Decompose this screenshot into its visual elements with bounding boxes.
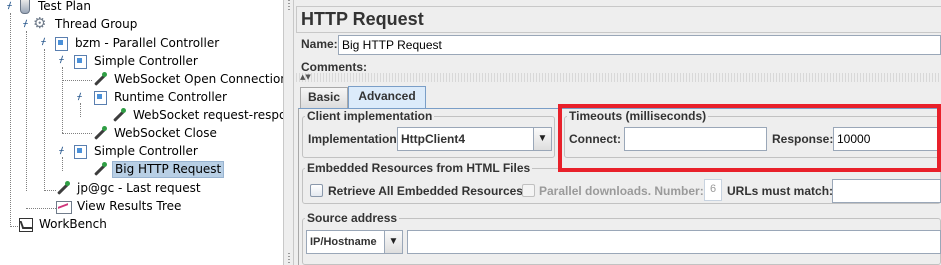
urls-must-match-field[interactable]	[832, 179, 941, 203]
source-address-legend: Source address	[307, 211, 398, 225]
tree-node-workbench[interactable]: WorkBench	[17, 215, 109, 233]
sampler-icon	[92, 161, 108, 177]
http-request-panel: HTTP Request Name: Big HTTP Request Comm…	[294, 0, 941, 265]
tree-connector	[62, 157, 63, 171]
tree-connector	[26, 31, 27, 191]
split-pane-divider[interactable]	[283, 0, 294, 265]
retrieve-embedded-label: Retrieve All Embedded Resources	[328, 184, 523, 198]
response-label: Response:	[772, 132, 834, 146]
urls-must-match-label: URLs must match:	[727, 184, 834, 198]
workbench-icon	[17, 216, 33, 232]
tree-connector	[44, 49, 45, 191]
implementation-label: Implementation:	[308, 132, 401, 146]
tree-connector	[26, 208, 56, 209]
comments-field[interactable]	[296, 73, 941, 82]
parallel-downloads-number[interactable]: 6	[704, 179, 722, 201]
tree-node-label: Test Plan	[38, 0, 91, 13]
chevron-down-icon[interactable]: ▼	[533, 128, 551, 150]
comments-label: Comments:	[301, 60, 368, 74]
expand-toggle-icon[interactable]: ᚋ	[57, 56, 66, 65]
tree-node-label: Big HTTP Request	[112, 160, 225, 178]
tree-node-simple-controller[interactable]: Simple Controller	[72, 52, 200, 70]
controller-icon	[72, 143, 88, 159]
embedded-resources-legend: Embedded Resources from HTML Files	[307, 161, 531, 175]
tree-connector	[62, 133, 92, 134]
connect-label: Connect:	[569, 132, 621, 146]
splitter-grip	[288, 0, 290, 12]
tree-node-label: Simple Controller	[94, 54, 198, 68]
retrieve-embedded-checkbox[interactable]	[310, 184, 323, 197]
tree-node-label: WorkBench	[39, 217, 107, 231]
sampler-icon	[92, 125, 108, 141]
tree-node-view-results-tree[interactable]: View Results Tree	[55, 197, 183, 215]
gear-icon	[33, 15, 49, 32]
client-implementation-legend: Client implementation	[307, 109, 433, 123]
splitter-grip	[288, 253, 290, 265]
page-title: HTTP Request	[296, 6, 941, 33]
parallel-downloads-label: Parallel downloads. Number:	[539, 184, 704, 198]
tree-node-label: WebSocket Close	[114, 126, 217, 140]
tree-node-label: Simple Controller	[94, 144, 198, 158]
expand-toggle-icon[interactable]: ᚋ	[75, 93, 84, 102]
tree-connector	[62, 80, 92, 81]
tree-node-label: jp@gc - Last request	[77, 181, 201, 195]
name-field[interactable]: Big HTTP Request	[338, 35, 941, 55]
tree-connector	[62, 67, 63, 133]
connect-timeout-field[interactable]	[624, 127, 767, 151]
tree-node-label: View Results Tree	[77, 199, 182, 213]
tree-node-websocket-close[interactable]: WebSocket Close	[92, 124, 219, 142]
tree-connector	[80, 103, 81, 117]
implementation-select-value: HttpClient4	[401, 132, 465, 146]
tree-node-simple-controller-2[interactable]: Simple Controller	[72, 142, 200, 160]
tree-node-parallel-controller[interactable]: bzm - Parallel Controller	[53, 34, 221, 52]
tree-node-big-http-request[interactable]: Big HTTP Request	[92, 160, 225, 178]
tree-node-label: Thread Group	[55, 17, 138, 31]
tree-node-websocket-request[interactable]: WebSocket request-response Sampler	[111, 106, 283, 124]
collapse-arrows-icon[interactable]: ▲▼	[300, 73, 311, 81]
test-plan-tree: ᚋ ᚋ ᚋ ᚋ ᚋ ᚋ Test Plan Thread Group bzm -…	[0, 0, 283, 265]
source-type-value: IP/Hostname	[310, 236, 377, 248]
tree-node-label: bzm - Parallel Controller	[75, 36, 220, 50]
tab-basic[interactable]: Basic	[300, 87, 348, 108]
tree-node-label: Runtime Controller	[114, 90, 227, 104]
tree-node-label: WebSocket request-response Sampler	[133, 108, 283, 122]
expand-toggle-icon[interactable]: ᚋ	[21, 20, 30, 29]
controller-icon	[92, 89, 108, 105]
tree-node-runtime-controller[interactable]: Runtime Controller	[92, 88, 229, 106]
tree-node-last-request[interactable]: jp@gc - Last request	[55, 179, 203, 197]
name-label: Name:	[301, 37, 338, 51]
parallel-downloads-checkbox[interactable]	[522, 184, 535, 197]
source-type-select[interactable]: IP/Hostname ▼	[306, 230, 403, 254]
tree-node-websocket-open[interactable]: WebSocket Open Connection	[92, 70, 283, 88]
tab-advanced[interactable]: Advanced	[348, 86, 426, 108]
chevron-down-icon[interactable]: ▼	[384, 231, 402, 253]
expand-toggle-icon[interactable]: ᚋ	[5, 2, 14, 11]
tree-node-label: WebSocket Open Connection	[114, 72, 283, 86]
controller-icon	[72, 53, 88, 69]
sampler-icon	[55, 180, 71, 196]
sampler-icon	[111, 107, 127, 123]
source-address-field[interactable]	[407, 230, 941, 254]
tree-node-test-plan[interactable]: Test Plan	[16, 0, 93, 15]
timeouts-legend: Timeouts (milliseconds)	[569, 109, 707, 123]
implementation-select[interactable]: HttpClient4 ▼	[397, 127, 552, 151]
tree-connector	[10, 13, 11, 227]
response-timeout-field[interactable]: 10000	[833, 127, 941, 151]
expand-toggle-icon[interactable]: ᚋ	[57, 147, 66, 156]
controller-icon	[53, 35, 69, 51]
graph-icon	[55, 198, 72, 214]
sampler-icon	[92, 71, 108, 87]
tree-node-thread-group[interactable]: Thread Group	[33, 15, 139, 33]
flask-icon	[16, 0, 32, 14]
expand-toggle-icon[interactable]: ᚋ	[39, 38, 48, 47]
